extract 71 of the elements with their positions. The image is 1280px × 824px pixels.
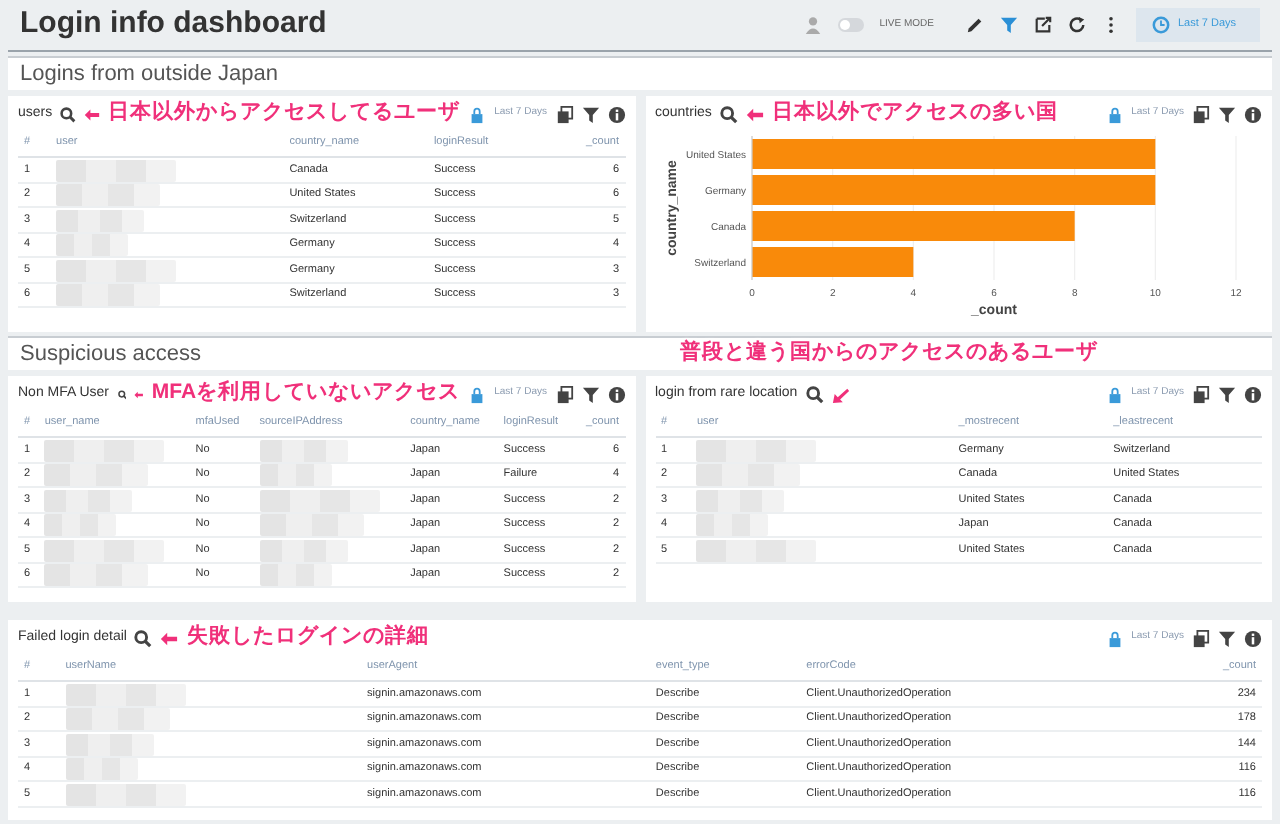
filter-icon[interactable] (1218, 385, 1236, 403)
redacted-value (44, 464, 149, 486)
info-icon[interactable] (1244, 105, 1262, 123)
section-title: Suspicious access (20, 341, 201, 366)
search-icon[interactable] (60, 105, 77, 123)
redacted-value (259, 439, 348, 461)
redacted-value (44, 439, 165, 461)
redacted-value (65, 758, 138, 780)
search-icon[interactable] (134, 629, 153, 647)
redacted-value (44, 539, 165, 561)
info-icon[interactable] (1244, 385, 1262, 403)
dashboard-title: Login info dashboard (20, 4, 327, 45)
copy-icon[interactable] (1192, 629, 1210, 647)
lock-icon (468, 385, 487, 403)
redacted-value (259, 539, 348, 561)
redacted-value (44, 514, 117, 536)
redacted-value (65, 683, 186, 705)
live-mode-toggle[interactable] (837, 18, 864, 32)
user-icon (803, 16, 822, 34)
redacted-value (696, 539, 817, 561)
redacted-value (44, 564, 149, 586)
lock-icon (1105, 385, 1124, 403)
search-icon[interactable] (117, 385, 127, 403)
info-icon[interactable] (607, 385, 625, 403)
search-icon[interactable] (805, 385, 824, 403)
arrow-icon (745, 105, 764, 123)
annotation-text: 日本以外でアクセスの多い国 (771, 98, 1058, 129)
arrow-icon (84, 105, 101, 123)
redacted-value (259, 514, 364, 536)
redacted-value (56, 259, 177, 281)
redacted-value (696, 439, 817, 461)
lock-icon (468, 105, 487, 123)
redacted-value (56, 159, 177, 181)
redacted-value (65, 783, 186, 805)
annotation-text: 普段と違う国からのアクセスのあるユーザ (680, 338, 1098, 369)
export-icon[interactable] (1034, 16, 1052, 34)
filter-icon[interactable] (581, 105, 599, 123)
redacted-value (44, 489, 133, 511)
redacted-value (259, 464, 332, 486)
arrow-icon (831, 385, 850, 403)
search-icon[interactable] (719, 105, 738, 123)
clock-icon (1152, 16, 1170, 34)
lock-icon (1105, 105, 1124, 123)
redacted-value (56, 234, 129, 256)
annotation-text: 日本以外からアクセスしてるユーザ (108, 98, 461, 129)
copy-icon[interactable] (1192, 385, 1210, 403)
redacted-value (259, 564, 332, 586)
redacted-value (696, 464, 801, 486)
arrow-icon (160, 629, 179, 647)
copy-icon[interactable] (555, 105, 573, 123)
copy-icon[interactable] (1192, 105, 1210, 123)
edit-icon[interactable] (966, 16, 984, 34)
redacted-value (56, 284, 161, 306)
redacted-value (56, 184, 161, 206)
redacted-value (56, 209, 145, 231)
redacted-value (65, 733, 154, 755)
copy-icon[interactable] (555, 385, 573, 403)
section-title: Logins from outside Japan (20, 61, 279, 86)
info-icon[interactable] (1244, 629, 1262, 647)
refresh-icon[interactable] (1068, 16, 1086, 34)
filter-icon[interactable] (1218, 105, 1236, 123)
info-icon[interactable] (607, 105, 625, 123)
filter-icon[interactable] (581, 385, 599, 403)
annotation-text: 失敗したログインの詳細 (186, 622, 429, 653)
redacted-value (696, 514, 769, 536)
redacted-value (259, 489, 380, 511)
annotation-text: MFAを利用していないアクセス (151, 378, 461, 409)
redacted-value (696, 489, 785, 511)
redacted-value (65, 708, 170, 730)
filter-icon[interactable] (1218, 629, 1236, 647)
lock-icon (1105, 629, 1124, 647)
